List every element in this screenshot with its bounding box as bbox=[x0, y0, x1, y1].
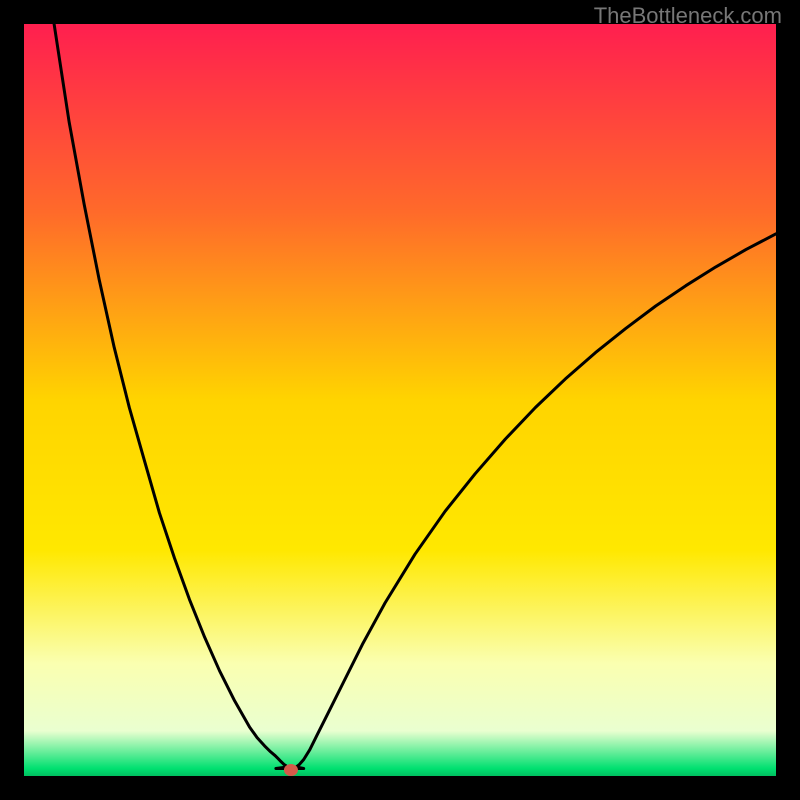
chart-frame bbox=[24, 24, 776, 776]
optimum-marker bbox=[284, 764, 298, 776]
gradient-bg bbox=[24, 24, 776, 776]
bottleneck-chart bbox=[24, 24, 776, 776]
